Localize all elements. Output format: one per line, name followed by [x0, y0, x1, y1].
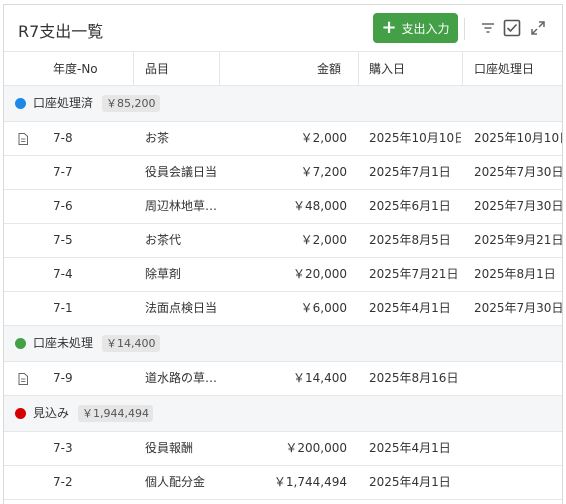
column-header-row: 年度-No 品目 金額 購入日 口座処理日: [4, 51, 562, 86]
table-row[interactable]: 7-6 周辺林地草… ￥48,000 2025年6月1日 2025年7月30日: [4, 190, 563, 224]
header-divider: [464, 18, 465, 40]
group-header[interactable]: 口座未処理 ￥14,400: [4, 326, 562, 362]
cell-item: 個人配分金: [145, 475, 206, 489]
cell-amount: ￥2,000: [300, 131, 347, 145]
group-name: 口座未処理: [33, 336, 94, 350]
status-dot: [15, 98, 26, 109]
table-row[interactable]: 7-1 法面点検日当 ￥6,000 2025年4月1日 2025年7月30日: [4, 292, 563, 326]
column-header-no[interactable]: 年度-No: [53, 52, 98, 86]
table-row[interactable]: 7-5 お茶代 ￥2,000 2025年8月5日 2025年9月21日: [4, 224, 563, 258]
cell-item: 法面点検日当: [145, 301, 218, 315]
cell-amount: ￥7,200: [300, 165, 347, 179]
checkbox-icon[interactable]: [503, 19, 521, 37]
column-divider: [462, 52, 463, 86]
column-header-item[interactable]: 品目: [145, 52, 169, 86]
group-total-badge: ￥1,944,494: [78, 405, 153, 422]
cell-no: 7-7: [53, 165, 73, 179]
cell-purchase-date: 2025年4月1日: [369, 441, 451, 455]
cell-purchase-date: 2025年7月1日: [369, 165, 451, 179]
expense-list-panel: R7支出一覧 + 支出入力 年度-No 品目 金額 購入日 口座処理日 口座処理…: [3, 4, 563, 504]
cell-amount: ￥2,000: [300, 233, 347, 247]
add-expense-label: 支出入力: [401, 21, 450, 36]
cell-purchase-date: 2025年4月1日: [369, 475, 451, 489]
cell-item: 除草剤: [145, 267, 182, 281]
status-dot: [15, 338, 26, 349]
cell-purchase-date: 2025年10月10日: [369, 131, 461, 145]
expand-icon[interactable]: [529, 19, 547, 37]
cell-processed-date: 2025年7月30日: [474, 301, 563, 315]
cell-purchase-date: 2025年6月1日: [369, 199, 451, 213]
cell-purchase-date: 2025年4月1日: [369, 301, 451, 315]
cell-no: 7-5: [53, 233, 73, 247]
cell-item: お茶代: [145, 233, 182, 247]
panel-header: R7支出一覧 + 支出入力: [4, 5, 562, 51]
table-row[interactable]: 7-4 除草剤 ￥20,000 2025年7月21日 2025年8月1日: [4, 258, 562, 292]
cell-item: 役員報酬: [145, 441, 194, 455]
cell-no: 7-2: [53, 475, 73, 489]
cell-amount: ￥6,000: [300, 301, 347, 315]
cell-no: 7-6: [53, 199, 73, 213]
document-icon[interactable]: [18, 133, 28, 145]
table-row[interactable]: 7-3 役員報酬 ￥200,000 2025年4月1日: [4, 432, 562, 466]
column-divider: [133, 52, 134, 86]
group-total-badge: ￥14,400: [102, 335, 160, 352]
table-row[interactable]: 7-7 役員会議日当 ￥7,200 2025年7月1日 2025年7月30日: [4, 156, 563, 190]
table-row[interactable]: 7-2 個人配分金 ￥1,744,494 2025年4月1日: [4, 466, 562, 500]
cell-no: 7-8: [53, 131, 73, 145]
cell-processed-date: 2025年7月30日: [474, 199, 563, 213]
cell-purchase-date: 2025年8月5日: [369, 233, 451, 247]
cell-amount: ￥20,000: [293, 267, 347, 281]
cell-processed-date: 2025年10月10日: [474, 131, 563, 145]
group-name: 口座処理済: [33, 96, 94, 110]
cell-amount: ￥200,000: [285, 441, 347, 455]
cell-amount: ￥1,744,494: [273, 475, 347, 489]
cell-amount: ￥48,000: [293, 199, 347, 213]
cell-no: 7-9: [53, 371, 73, 385]
plus-icon: +: [381, 17, 397, 38]
page-title: R7支出一覧: [18, 22, 104, 41]
document-icon[interactable]: [18, 373, 28, 385]
cell-item: 道水路の草…: [145, 371, 218, 385]
column-divider: [358, 52, 359, 86]
cell-no: 7-1: [53, 301, 73, 315]
cell-purchase-date: 2025年8月16日: [369, 371, 459, 385]
add-expense-button[interactable]: + 支出入力: [373, 13, 458, 43]
cell-processed-date: 2025年7月30日: [474, 165, 563, 179]
group-total-badge: ￥85,200: [102, 95, 160, 112]
cell-item: 周辺林地草…: [145, 199, 218, 213]
cell-processed-date: 2025年9月21日: [474, 233, 563, 247]
cell-no: 7-3: [53, 441, 73, 455]
cell-amount: ￥14,400: [293, 371, 347, 385]
group-header[interactable]: 見込み ￥1,944,494: [4, 396, 562, 432]
group-name: 見込み: [33, 406, 70, 420]
column-header-purchase-date[interactable]: 購入日: [369, 52, 405, 86]
table-row[interactable]: 7-9 道水路の草… ￥14,400 2025年8月16日: [4, 362, 562, 396]
cell-no: 7-4: [53, 267, 73, 281]
cell-processed-date: 2025年8月1日: [474, 267, 556, 281]
column-header-processed-date[interactable]: 口座処理日: [474, 52, 534, 86]
status-dot: [15, 408, 26, 419]
filter-icon[interactable]: [479, 19, 497, 37]
cell-item: 役員会議日当: [145, 165, 218, 179]
table-row[interactable]: 7-8 お茶 ￥2,000 2025年10月10日 2025年10月10日: [4, 122, 563, 156]
group-header[interactable]: 口座処理済 ￥85,200: [4, 86, 562, 122]
column-header-amount[interactable]: 金額: [219, 52, 341, 86]
cell-item: お茶: [145, 131, 170, 145]
cell-purchase-date: 2025年7月21日: [369, 267, 459, 281]
